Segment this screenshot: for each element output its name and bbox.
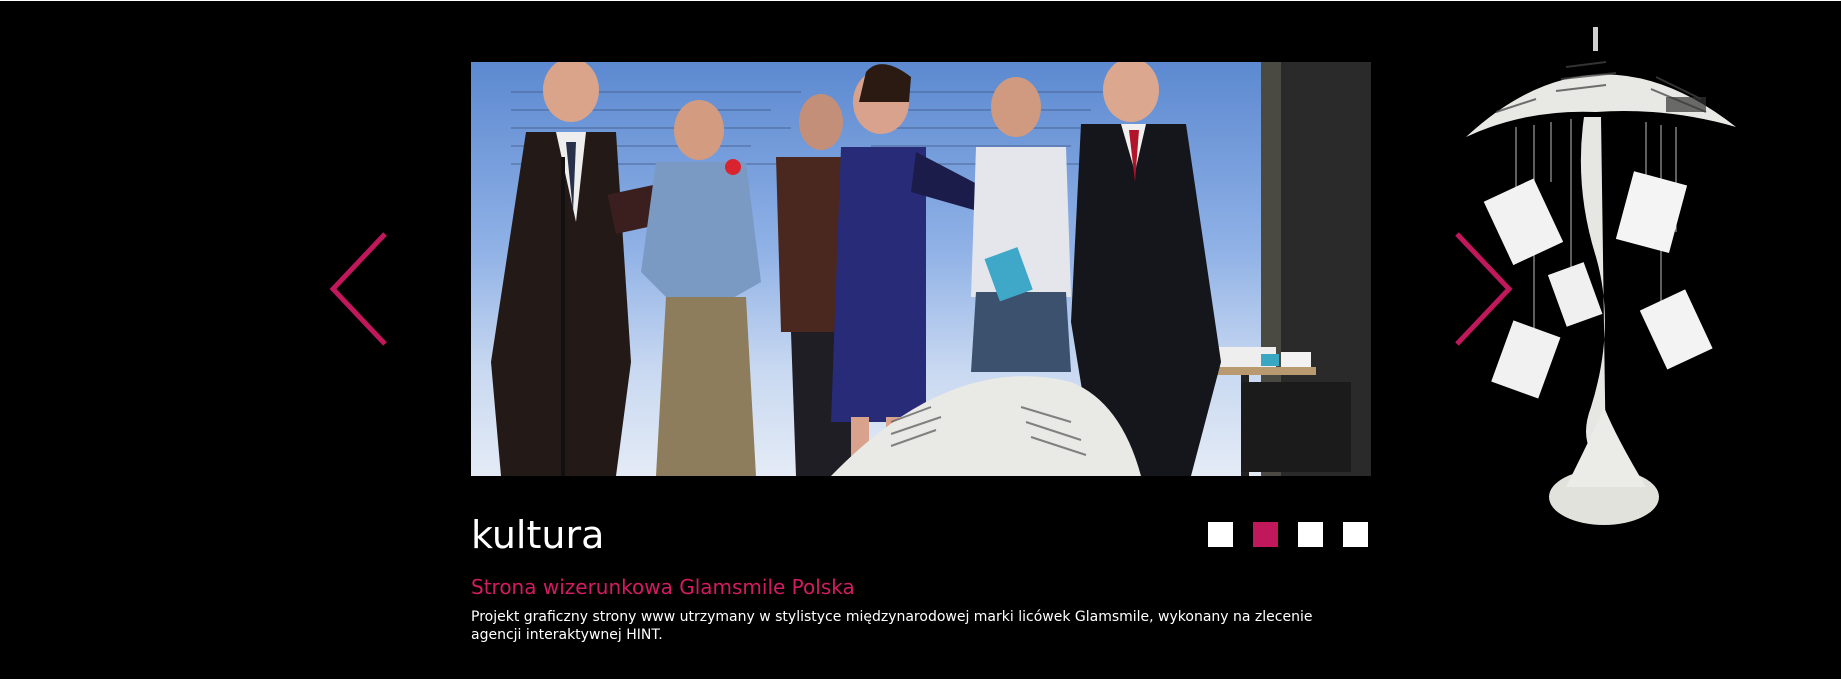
chevron-left-icon	[329, 232, 387, 346]
slide-pagination	[1208, 522, 1368, 547]
pagination-dot-4[interactable]	[1343, 522, 1368, 547]
chevron-right-icon	[1455, 232, 1513, 346]
slide-project-title[interactable]: Strona wizerunkowa Glamsmile Polska	[471, 572, 855, 602]
next-slide-button[interactable]	[1449, 229, 1519, 349]
project-slider: kultura Strona wizerunkowa Glamsmile Pol…	[0, 1, 1841, 679]
pagination-dot-2[interactable]	[1253, 522, 1278, 547]
prev-slide-button[interactable]	[325, 229, 395, 349]
slide-photo	[471, 62, 1371, 476]
pagination-dot-1[interactable]	[1208, 522, 1233, 547]
slide-description: Projekt graficzny strony www utrzymany w…	[471, 609, 1313, 643]
slide-category-title: kultura	[471, 513, 605, 557]
pagination-dot-3[interactable]	[1298, 522, 1323, 547]
